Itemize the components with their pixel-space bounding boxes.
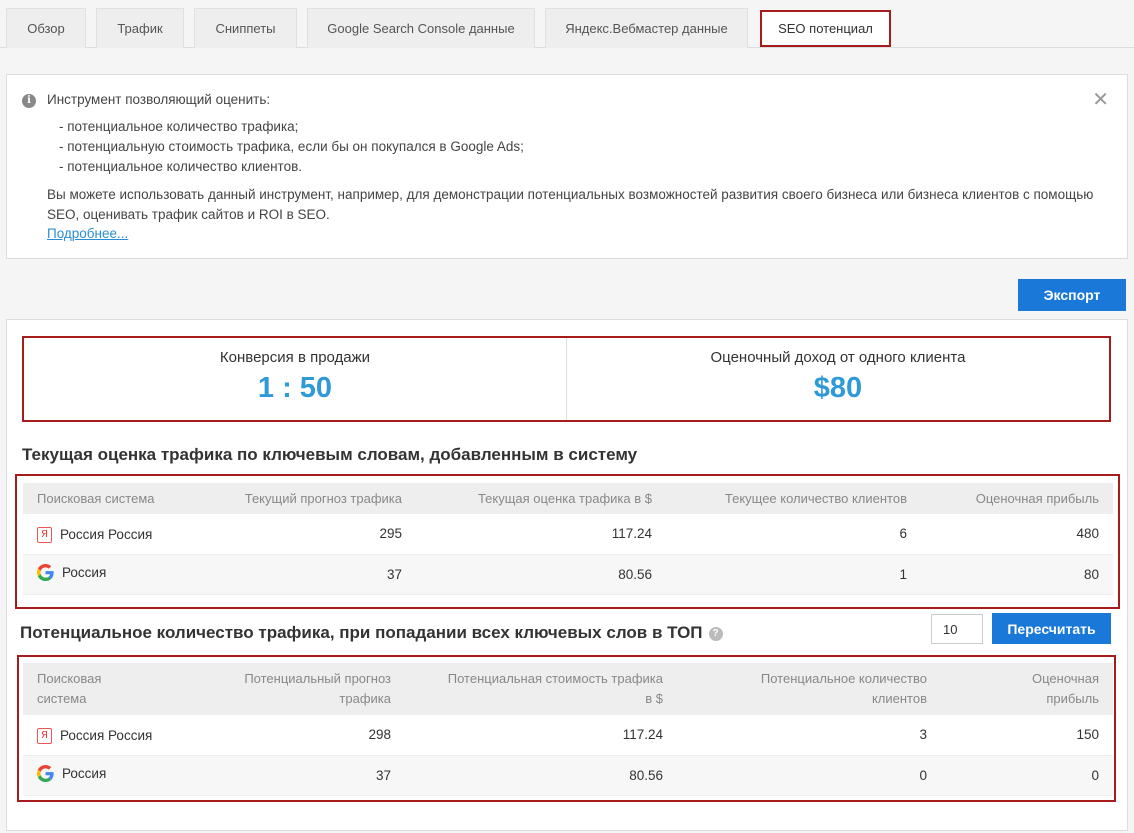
- income-value[interactable]: $80: [814, 372, 862, 405]
- google-icon: [37, 564, 54, 581]
- yandex-icon: Я: [37, 727, 52, 744]
- column-header-text: Оценочная прибыль: [1032, 671, 1099, 706]
- close-icon[interactable]: ✕: [1092, 90, 1109, 110]
- column-header: Поисковая система: [23, 663, 193, 715]
- tab-google-search-console[interactable]: Google Search Console данные: [307, 8, 535, 48]
- cost-cell: 117.24: [405, 715, 677, 756]
- info-title: Инструмент позволяющий оценить:: [47, 92, 271, 107]
- income-kpi: Оценочный доход от одного клиента $80: [566, 338, 1109, 420]
- column-header: Потенциальное количество клиентов: [677, 663, 941, 715]
- region-label: Россия Россия: [60, 728, 153, 744]
- column-header-text: Потенциальная стоимость трафика в $: [447, 671, 663, 706]
- column-header-text: Потенциальное количество клиентов: [760, 671, 927, 706]
- region-label: Россия Россия: [60, 527, 153, 543]
- potential-table: Поисковая система Потенциальный прогноз …: [23, 663, 1113, 796]
- traffic-cell: 37: [193, 755, 405, 796]
- cost-cell: 117.24: [416, 514, 666, 555]
- column-header: Потенциальная стоимость трафика в $: [405, 663, 677, 715]
- tab-bar: Обзор Трафик Сниппеты Google Search Cons…: [0, 0, 1134, 48]
- export-button[interactable]: Экспорт: [1018, 279, 1126, 311]
- column-header: Текущая оценка трафика в $: [416, 483, 666, 514]
- potential-section-title: Потенциальное количество трафика, при по…: [20, 623, 723, 643]
- traffic-cell: 37: [208, 554, 416, 595]
- more-link[interactable]: Подробнее...: [47, 226, 128, 241]
- clients-cell: 1: [666, 554, 921, 595]
- conversion-value[interactable]: 1 : 50: [258, 372, 332, 405]
- table-row: Я Россия Россия 298 117.24 3 150: [23, 715, 1113, 756]
- engine-cell: Россия: [23, 755, 193, 796]
- tab-yandex-webmaster[interactable]: Яндекс.Вебмастер данные: [545, 8, 748, 48]
- table-row: Я Россия Россия 295 117.24 6 480: [23, 514, 1113, 555]
- info-list: - потенциальное количество трафика; - по…: [59, 117, 524, 177]
- info-list-item: - потенциальное количество трафика;: [59, 119, 299, 134]
- info-description: Вы можете использовать данный инструмент…: [47, 187, 1094, 222]
- profit-cell: 80: [921, 554, 1113, 595]
- engine-cell: Я Россия Россия: [23, 715, 193, 756]
- tab-snippets[interactable]: Сниппеты: [194, 8, 297, 48]
- column-header: Оценочная прибыль: [941, 663, 1113, 715]
- tab-overview[interactable]: Обзор: [6, 8, 86, 48]
- traffic-cell: 295: [208, 514, 416, 555]
- table-row: Россия 37 80.56 1 80: [23, 554, 1113, 595]
- traffic-cell: 298: [193, 715, 405, 756]
- profit-cell: 480: [921, 514, 1113, 555]
- tab-traffic[interactable]: Трафик: [96, 8, 184, 48]
- column-header: Текущее количество клиентов: [666, 483, 921, 514]
- kpi-box: Конверсия в продажи 1 : 50 Оценочный дох…: [22, 336, 1111, 422]
- profit-cell: 0: [941, 755, 1113, 796]
- cost-cell: 80.56: [405, 755, 677, 796]
- current-table: Поисковая система Текущий прогноз трафик…: [23, 483, 1113, 595]
- column-header: Потенциальный прогноз трафика: [193, 663, 405, 715]
- google-icon: [37, 765, 54, 782]
- column-header-text: Потенциальный прогноз трафика: [244, 671, 391, 706]
- top-position-input[interactable]: [931, 614, 983, 644]
- info-list-item: - потенциальное количество клиентов.: [59, 159, 303, 174]
- potential-table-box: Поисковая система Потенциальный прогноз …: [17, 655, 1116, 802]
- income-label: Оценочный доход от одного клиента: [710, 349, 966, 366]
- clients-cell: 6: [666, 514, 921, 555]
- help-icon[interactable]: ?: [708, 626, 723, 641]
- info-list-item: - потенциальную стоимость трафика, если …: [59, 139, 524, 154]
- column-header: Текущий прогноз трафика: [208, 483, 416, 514]
- region-label: Россия: [62, 766, 107, 781]
- engine-cell: Россия: [23, 554, 208, 595]
- region-label: Россия: [62, 565, 107, 580]
- clients-cell: 0: [677, 755, 941, 796]
- column-header-text: Поисковая система: [37, 671, 102, 706]
- clients-cell: 3: [677, 715, 941, 756]
- column-header: Оценочная прибыль: [921, 483, 1113, 514]
- potential-title-text: Потенциальное количество трафика, при по…: [20, 623, 703, 642]
- info-box: i ✕ Инструмент позволяющий оценить: - по…: [6, 74, 1128, 259]
- yandex-icon: Я: [37, 526, 52, 543]
- cost-cell: 80.56: [416, 554, 666, 595]
- info-icon: i: [22, 94, 36, 108]
- conversion-label: Конверсия в продажи: [219, 349, 371, 366]
- recalculate-button[interactable]: Пересчитать: [992, 613, 1111, 644]
- engine-cell: Я Россия Россия: [23, 514, 208, 555]
- profit-cell: 150: [941, 715, 1113, 756]
- current-section-title: Текущая оценка трафика по ключевым слова…: [22, 445, 638, 464]
- column-header: Поисковая система: [23, 483, 208, 514]
- table-row: Россия 37 80.56 0 0: [23, 755, 1113, 796]
- conversion-kpi: Конверсия в продажи 1 : 50: [24, 338, 566, 420]
- tab-seo-potential[interactable]: SEO потенциал: [760, 10, 891, 47]
- current-table-box: Поисковая система Текущий прогноз трафик…: [15, 474, 1120, 609]
